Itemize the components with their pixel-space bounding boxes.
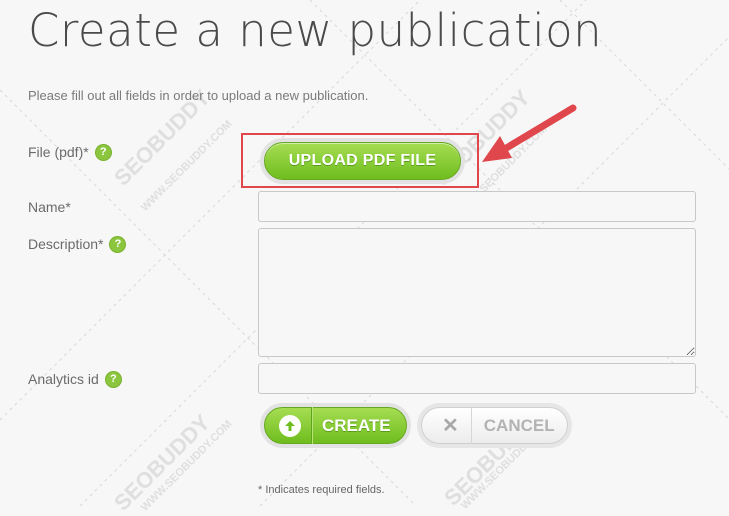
page-title: Create a new publication (28, 4, 603, 57)
analytics-id-input[interactable] (258, 363, 696, 394)
intro-text: Please fill out all fields in order to u… (28, 88, 369, 103)
help-icon[interactable]: ? (95, 144, 111, 160)
name-label: Name* (28, 199, 71, 215)
annotation-arrow-icon (482, 104, 577, 162)
cancel-button[interactable]: ✕ CANCEL (421, 407, 568, 444)
required-fields-note: * Indicates required fields. (258, 484, 385, 496)
description-textarea[interactable] (258, 228, 696, 357)
description-label: Description* ? (28, 236, 126, 252)
arrow-up-circle-icon (279, 414, 301, 437)
name-input[interactable] (258, 191, 696, 222)
analytics-label: Analytics id ? (28, 371, 121, 387)
upload-pdf-button[interactable]: UPLOAD PDF FILE (264, 142, 461, 180)
close-icon: ✕ (442, 415, 459, 437)
name-label-text: Name* (28, 199, 71, 215)
watermark-url: WWW.SEOBUDDY.COM (138, 118, 235, 214)
file-label: File (pdf)* ? (28, 144, 111, 160)
help-icon[interactable]: ? (110, 236, 126, 252)
analytics-label-text: Analytics id (28, 371, 99, 387)
create-button-label: CREATE (322, 415, 391, 435)
file-label-text: File (pdf)* (28, 144, 89, 160)
description-label-text: Description* (28, 236, 104, 252)
button-separator (470, 407, 472, 444)
help-icon[interactable]: ? (105, 371, 121, 387)
cancel-button-label: CANCEL (483, 415, 555, 435)
button-separator (311, 407, 312, 444)
create-button[interactable]: CREATE (264, 407, 407, 444)
watermark-url: WWW.SEOBUDDY.COM (138, 418, 235, 514)
watermark-brand: SEOBUDDY (109, 409, 215, 516)
